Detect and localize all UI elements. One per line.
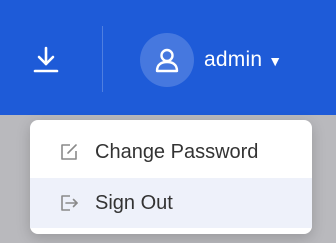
download-icon [33, 46, 59, 73]
caret-down-icon: ▼ [268, 53, 283, 69]
avatar [140, 33, 194, 87]
download-button[interactable] [24, 38, 68, 82]
username-label: admin [204, 48, 263, 71]
top-bar: admin ▼ [0, 0, 336, 115]
menu-item-sign-out[interactable]: Sign Out [30, 178, 312, 228]
user-dropdown-menu: Change Password Sign Out [30, 120, 312, 234]
user-icon [155, 48, 179, 73]
sign-out-icon [59, 193, 79, 213]
menu-item-change-password[interactable]: Change Password [30, 126, 312, 178]
menu-item-label: Sign Out [95, 191, 173, 214]
toolbar-divider [102, 26, 103, 92]
user-menu-button[interactable]: admin ▼ [140, 32, 315, 88]
edit-icon [59, 142, 79, 162]
menu-item-label: Change Password [95, 140, 259, 163]
